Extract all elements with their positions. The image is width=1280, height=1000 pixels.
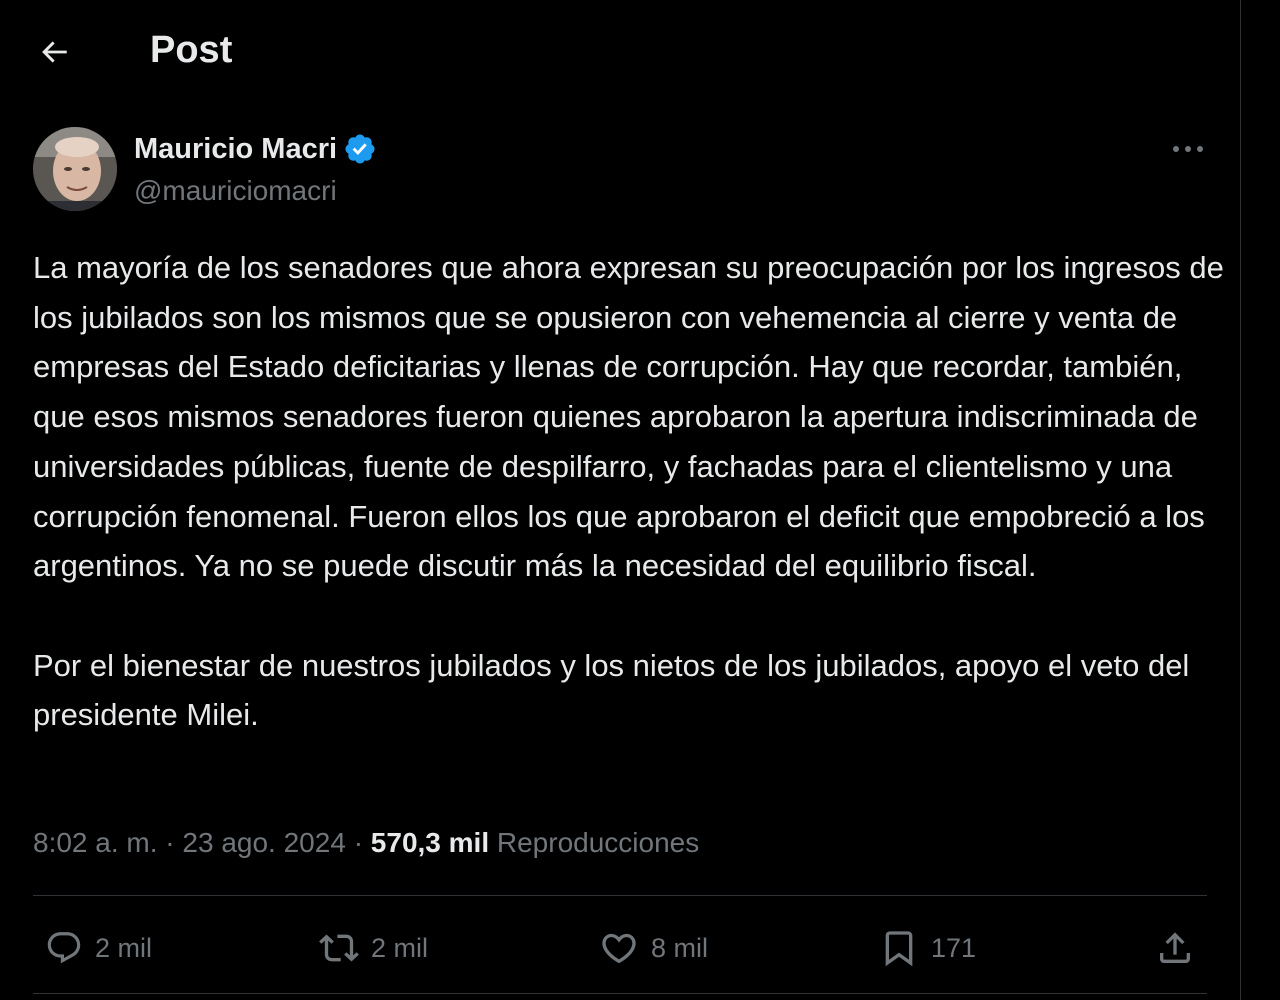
- bookmark-icon: [885, 931, 913, 967]
- divider: [33, 895, 1207, 896]
- author-name: Mauricio Macri: [134, 133, 338, 165]
- reply-button[interactable]: 2 mil: [45, 918, 152, 978]
- author-name-link[interactable]: Mauricio Macri: [134, 131, 377, 167]
- column-divider: [1240, 0, 1241, 1000]
- views-count: 570,3 mil: [370, 827, 490, 858]
- post-date[interactable]: 23 ago. 2024: [182, 827, 346, 858]
- arrow-left-icon: [42, 41, 67, 63]
- post-header: Post: [0, 0, 1240, 100]
- reply-count: 2 mil: [95, 932, 153, 963]
- views-label: Reproducciones: [496, 827, 700, 858]
- meta-separator: ·: [165, 827, 175, 858]
- bookmark-count: 171: [931, 932, 977, 963]
- page-title: Post: [150, 29, 233, 71]
- repost-button[interactable]: 2 mil: [319, 918, 428, 978]
- post-paragraph: Por el bienestar de nuestros jubilados y…: [33, 647, 1198, 733]
- action-bar: 2 mil 2 mil 8 mil 171: [33, 918, 1207, 978]
- reply-icon: [47, 932, 81, 964]
- share-icon: [1160, 932, 1190, 963]
- meta-separator: ·: [353, 827, 364, 858]
- more-dots-icon: [1173, 146, 1203, 152]
- author-handle[interactable]: @mauriciomacri: [134, 173, 337, 209]
- post-metadata: 8:02 a. m. · 23 ago. 2024 · 570,3 mil Re…: [33, 823, 699, 863]
- more-options-button[interactable]: [1168, 129, 1208, 169]
- repost-count: 2 mil: [371, 932, 429, 963]
- repost-icon: [319, 934, 359, 962]
- post-text: La mayoría de los senadores que ahora ex…: [33, 243, 1233, 740]
- share-button[interactable]: [1155, 918, 1195, 978]
- like-button[interactable]: 8 mil: [599, 918, 708, 978]
- divider: [33, 993, 1207, 994]
- bookmark-button[interactable]: 171: [879, 918, 976, 978]
- back-button[interactable]: [30, 28, 78, 76]
- verified-badge-icon: [343, 132, 377, 166]
- post-author: Mauricio Macri @mauriciomacri: [33, 125, 1213, 215]
- post-time[interactable]: 8:02 a. m.: [33, 827, 158, 858]
- heart-icon: [602, 933, 636, 964]
- like-count: 8 mil: [651, 932, 709, 963]
- avatar[interactable]: [33, 127, 117, 211]
- post-paragraph: La mayoría de los senadores que ahora ex…: [33, 250, 1233, 584]
